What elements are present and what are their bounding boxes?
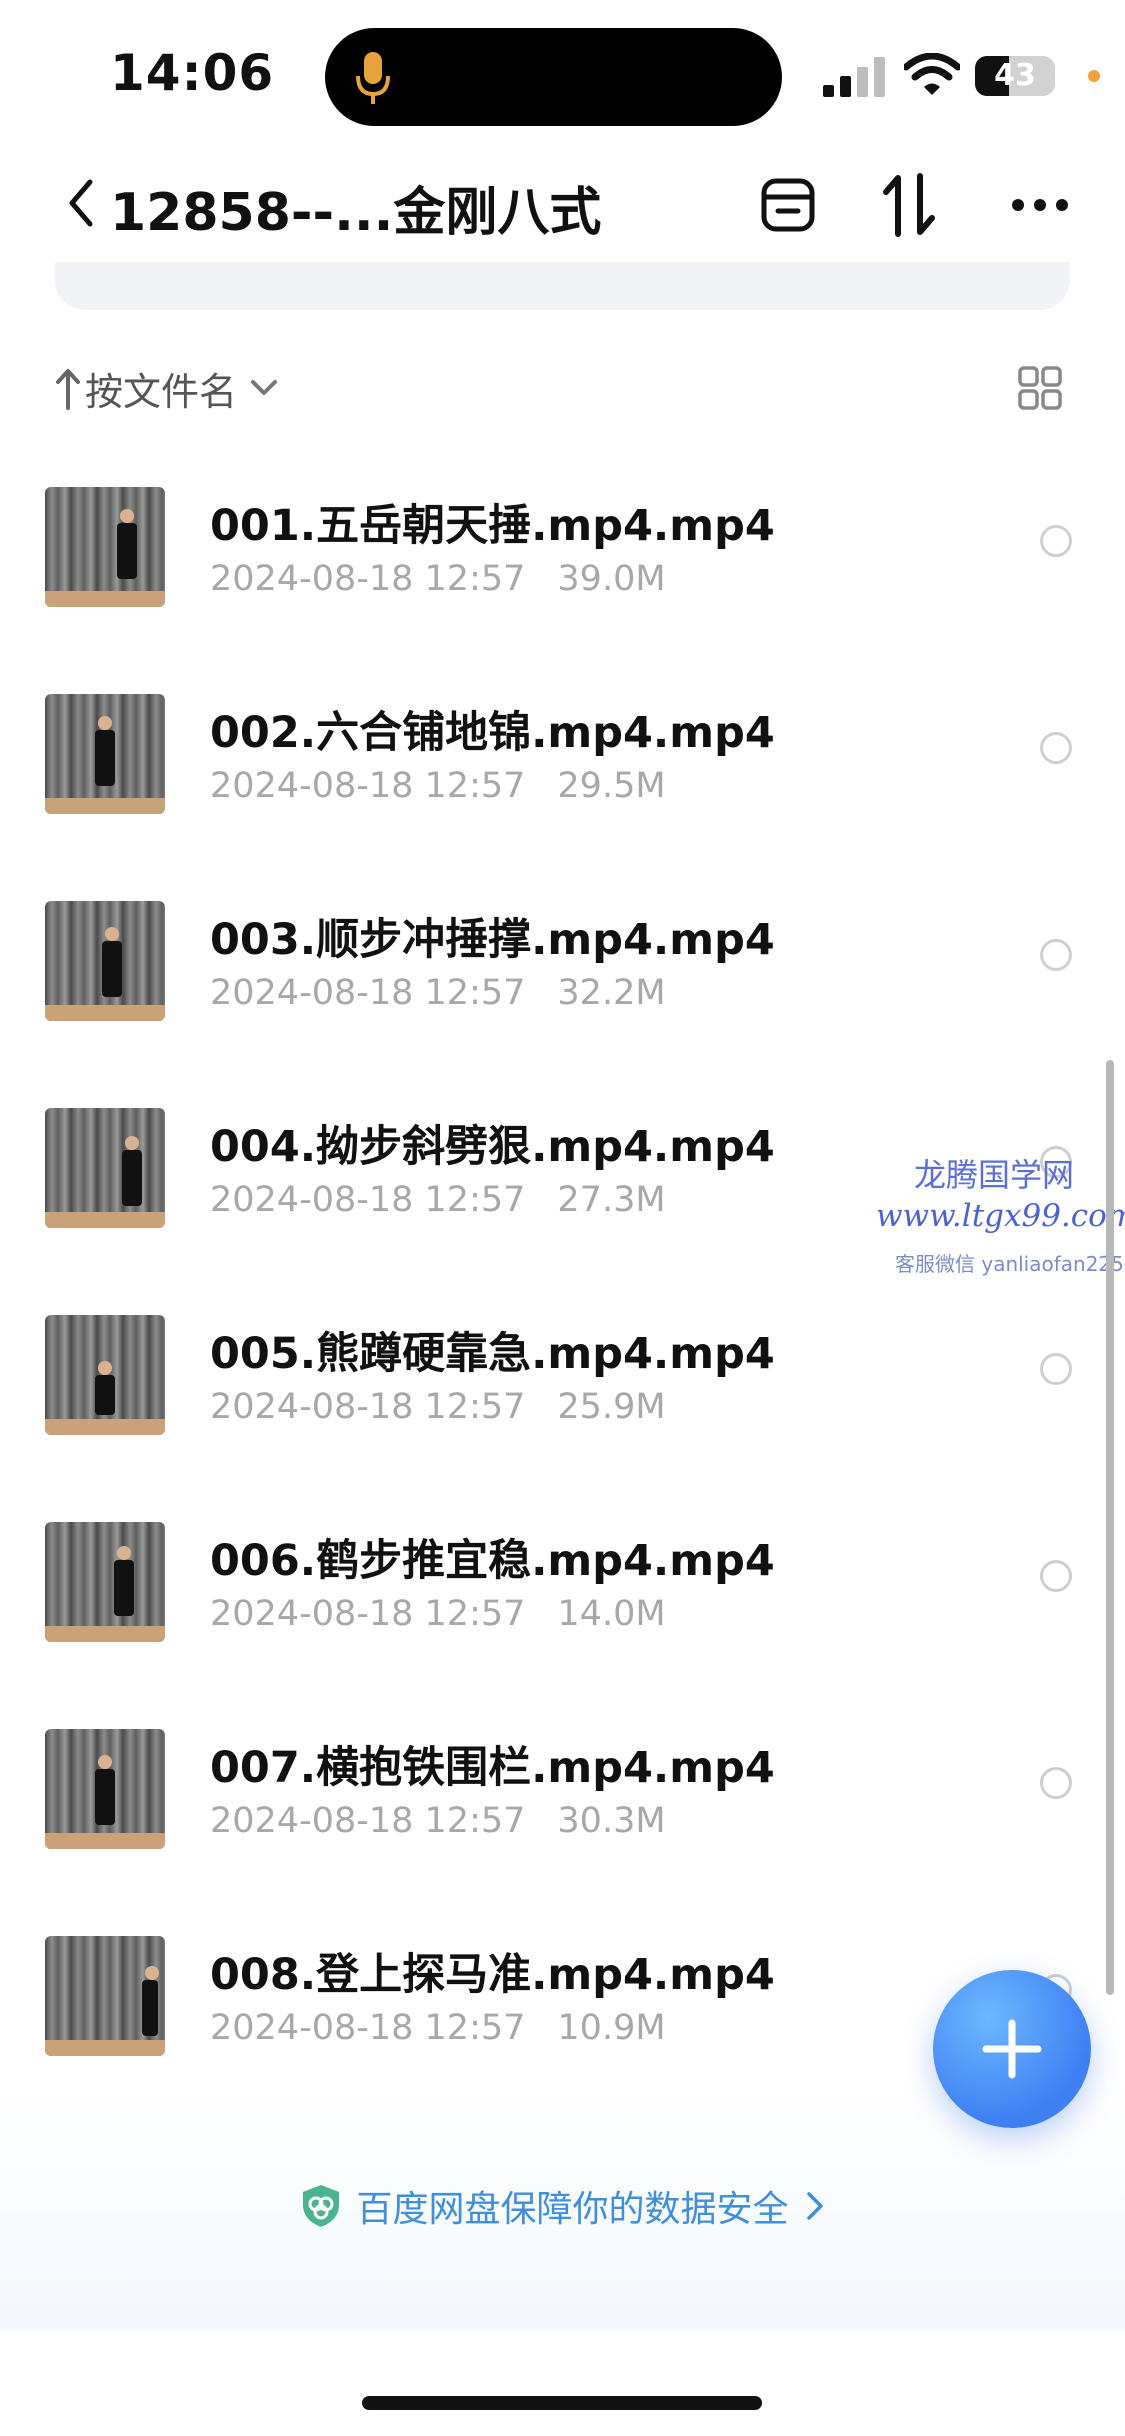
battery-percent: 43 xyxy=(994,58,1036,93)
file-meta: 2024-08-18 12:57 25.9M xyxy=(210,1387,666,1427)
video-thumbnail xyxy=(45,1729,165,1849)
file-row[interactable]: 007.横抱铁围栏.mp4.mp4 2024-08-18 12:57 30.3M xyxy=(0,1729,1125,1936)
file-size: 32.2M xyxy=(557,973,666,1013)
wifi-icon xyxy=(904,53,960,95)
file-size: 30.3M xyxy=(557,1801,666,1841)
file-size: 27.3M xyxy=(557,1180,666,1220)
select-checkbox[interactable] xyxy=(1040,1353,1072,1385)
file-meta: 2024-08-18 12:57 27.3M xyxy=(210,1180,666,1220)
watermark-url: www.ltgx99.com xyxy=(876,1198,1125,1234)
file-name: 006.鹤步推宜稳.mp4.mp4 xyxy=(210,1536,775,1586)
select-checkbox[interactable] xyxy=(1040,525,1072,557)
file-date: 2024-08-18 12:57 xyxy=(210,1801,526,1841)
chevron-down-icon xyxy=(251,380,278,395)
back-icon[interactable] xyxy=(66,178,96,228)
file-meta: 2024-08-18 12:57 39.0M xyxy=(210,559,666,599)
file-name: 004.拗步斜劈狠.mp4.mp4 xyxy=(210,1122,775,1172)
battery-indicator: 43 xyxy=(975,56,1055,96)
file-date: 2024-08-18 12:57 xyxy=(210,766,526,806)
file-meta: 2024-08-18 12:57 10.9M xyxy=(210,2008,666,2048)
video-thumbnail xyxy=(45,1315,165,1435)
file-name: 001.五岳朝天捶.mp4.mp4 xyxy=(210,501,775,551)
file-size: 25.9M xyxy=(557,1387,666,1427)
security-notice[interactable]: 百度网盘保障你的数据安全 xyxy=(0,2178,1125,2234)
signal-icon xyxy=(823,57,885,97)
file-size: 39.0M xyxy=(557,559,666,599)
file-row[interactable]: 005.熊蹲硬靠急.mp4.mp4 2024-08-18 12:57 25.9M xyxy=(0,1315,1125,1522)
file-row[interactable]: 001.五岳朝天捶.mp4.mp4 2024-08-18 12:57 39.0M xyxy=(0,487,1125,694)
file-meta: 2024-08-18 12:57 29.5M xyxy=(210,766,666,806)
file-row[interactable]: 006.鹤步推宜稳.mp4.mp4 2024-08-18 12:57 14.0M xyxy=(0,1522,1125,1729)
watermark-title: 龙腾国学网 xyxy=(914,1156,1075,1194)
file-meta: 2024-08-18 12:57 14.0M xyxy=(210,1594,666,1634)
video-thumbnail xyxy=(45,487,165,607)
home-indicator[interactable] xyxy=(362,2396,762,2410)
file-date: 2024-08-18 12:57 xyxy=(210,1594,526,1634)
file-row[interactable]: 002.六合铺地锦.mp4.mp4 2024-08-18 12:57 29.5M xyxy=(0,694,1125,901)
file-meta: 2024-08-18 12:57 32.2M xyxy=(210,973,666,1013)
mic-icon xyxy=(356,52,390,104)
video-thumbnail xyxy=(45,694,165,814)
plus-icon xyxy=(982,2019,1042,2079)
sort-arrow-up-icon xyxy=(56,369,80,410)
file-date: 2024-08-18 12:57 xyxy=(210,559,526,599)
file-name: 008.登上探马准.mp4.mp4 xyxy=(210,1950,775,2000)
privacy-dot xyxy=(1088,70,1100,82)
video-thumbnail xyxy=(45,1522,165,1642)
file-date: 2024-08-18 12:57 xyxy=(210,1387,526,1427)
select-checkbox[interactable] xyxy=(1040,1560,1072,1592)
video-thumbnail xyxy=(45,1936,165,2056)
file-size: 10.9M xyxy=(557,2008,666,2048)
file-name: 007.横抱铁围栏.mp4.mp4 xyxy=(210,1743,775,1793)
file-meta: 2024-08-18 12:57 30.3M xyxy=(210,1801,666,1841)
video-thumbnail xyxy=(45,901,165,1021)
file-date: 2024-08-18 12:57 xyxy=(210,1180,526,1220)
file-date: 2024-08-18 12:57 xyxy=(210,973,526,1013)
shield-icon xyxy=(303,2185,340,2227)
file-name: 005.熊蹲硬靠急.mp4.mp4 xyxy=(210,1329,775,1379)
select-checkbox[interactable] xyxy=(1040,1767,1072,1799)
sort-icon[interactable] xyxy=(880,172,938,238)
page-title: 12858--...金刚八式 xyxy=(110,183,602,243)
file-date: 2024-08-18 12:57 xyxy=(210,2008,526,2048)
add-button[interactable] xyxy=(933,1970,1091,2128)
select-checkbox[interactable] xyxy=(1040,939,1072,971)
scrollbar[interactable] xyxy=(1106,1060,1114,1995)
file-size: 29.5M xyxy=(557,766,666,806)
more-icon[interactable] xyxy=(1010,195,1070,215)
select-checkbox[interactable] xyxy=(1040,732,1072,764)
file-row[interactable]: 003.顺步冲捶撑.mp4.mp4 2024-08-18 12:57 32.2M xyxy=(0,901,1125,1108)
watermark-wechat: 客服微信 yanliaofan225 xyxy=(895,1252,1124,1276)
status-time: 14:06 xyxy=(110,44,275,102)
chevron-right-icon xyxy=(806,2192,823,2220)
search-bar[interactable] xyxy=(55,262,1070,310)
sort-selector[interactable]: 按文件名 xyxy=(55,360,279,416)
file-name: 002.六合铺地锦.mp4.mp4 xyxy=(210,708,775,758)
dynamic-island xyxy=(325,28,782,126)
sort-label: 按文件名 xyxy=(85,369,238,414)
file-size: 14.0M xyxy=(557,1594,666,1634)
video-thumbnail xyxy=(45,1108,165,1228)
grid-view-icon[interactable] xyxy=(1018,366,1062,410)
security-text: 百度网盘保障你的数据安全 xyxy=(356,2189,789,2230)
file-name: 003.顺步冲捶撑.mp4.mp4 xyxy=(210,915,775,965)
trash-icon[interactable] xyxy=(758,175,818,235)
